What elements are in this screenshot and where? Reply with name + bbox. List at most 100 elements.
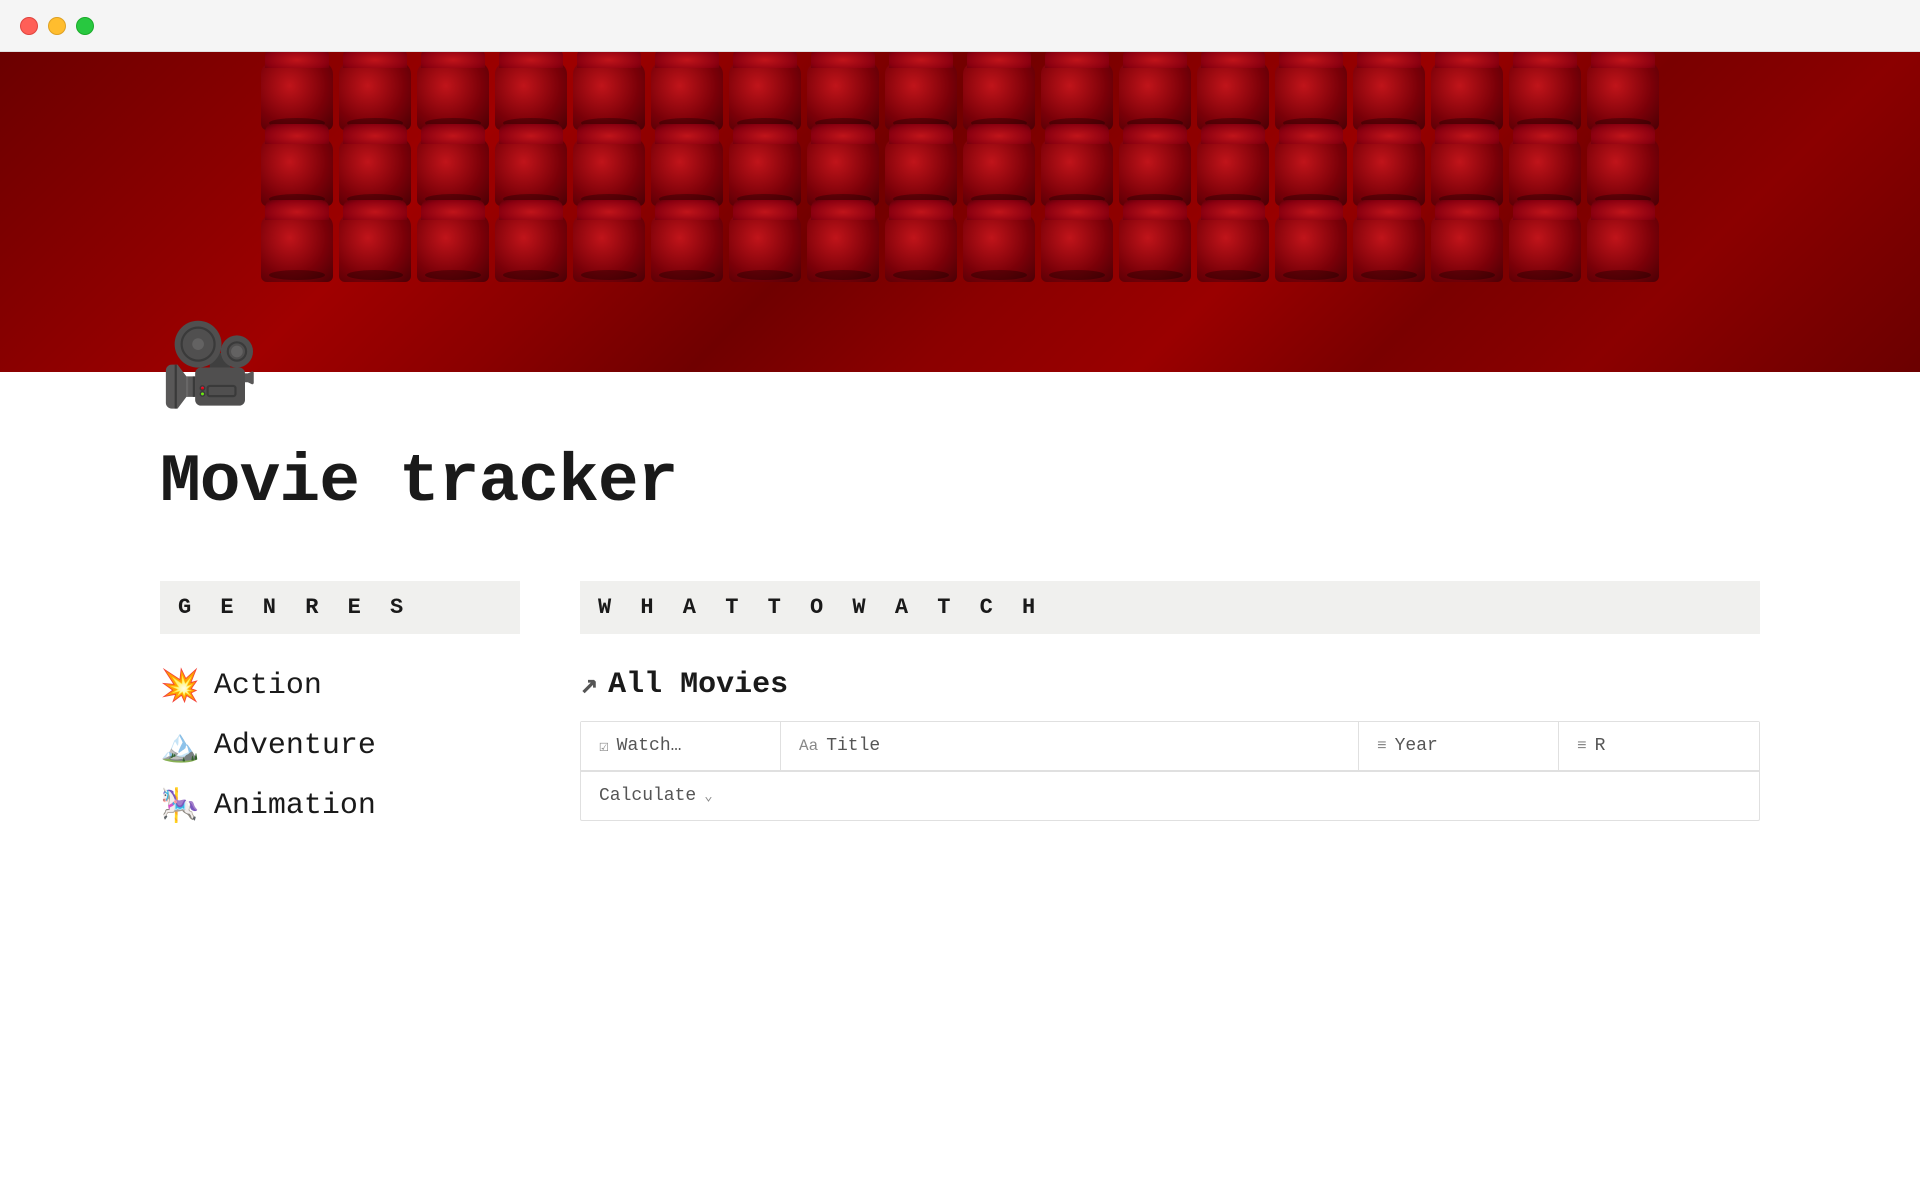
seat	[1041, 214, 1113, 282]
seat	[1275, 138, 1347, 206]
seat	[1041, 138, 1113, 206]
page-icon: 🎥	[160, 332, 260, 412]
seat	[729, 214, 801, 282]
what-to-watch-column: W H A T T O W A T C H ↗ All Movies ☑ Wat…	[580, 581, 1760, 821]
seat	[651, 138, 723, 206]
seat	[963, 138, 1035, 206]
maximize-button[interactable]	[76, 17, 94, 35]
animation-emoji: 🎠	[160, 786, 200, 826]
seat	[1041, 62, 1113, 130]
genre-item-animation[interactable]: 🎠 Animation	[160, 786, 520, 826]
seat-row	[0, 138, 1920, 206]
seat	[1197, 214, 1269, 282]
seat	[1275, 214, 1347, 282]
seat	[885, 214, 957, 282]
seat-row	[0, 214, 1920, 282]
seat	[1197, 62, 1269, 130]
page-content: Movie tracker G E N R E S 💥 Action 🏔️ Ad…	[0, 444, 1920, 826]
seat	[1353, 62, 1425, 130]
seat	[1353, 138, 1425, 206]
seat	[495, 138, 567, 206]
seat	[339, 62, 411, 130]
page-title: Movie tracker	[160, 444, 1760, 521]
seat	[1431, 138, 1503, 206]
seat	[1509, 138, 1581, 206]
what-to-watch-section-header: W H A T T O W A T C H	[580, 581, 1760, 634]
action-emoji: 💥	[160, 666, 200, 706]
seat	[495, 214, 567, 282]
table-header-watched[interactable]: ☑ Watch…	[581, 722, 781, 770]
seat	[1587, 62, 1659, 130]
chevron-down-icon: ⌄	[704, 788, 712, 805]
seat	[339, 214, 411, 282]
seat	[261, 62, 333, 130]
genre-label-animation: Animation	[214, 789, 376, 823]
all-movies-label: All Movies	[608, 668, 788, 702]
seat	[885, 138, 957, 206]
genre-item-action[interactable]: 💥 Action	[160, 666, 520, 706]
seat	[1275, 62, 1347, 130]
checkbox-icon: ☑	[599, 736, 609, 756]
header-year-label: Year	[1395, 736, 1438, 756]
seat	[1197, 138, 1269, 206]
seat	[573, 138, 645, 206]
table-header-year[interactable]: ≡ Year	[1359, 722, 1559, 770]
seat	[339, 138, 411, 206]
table-header-row: ☑ Watch… Aa Title ≡ Year ≡ R	[581, 722, 1759, 771]
table-header-title[interactable]: Aa Title	[781, 722, 1359, 770]
close-button[interactable]	[20, 17, 38, 35]
seat	[963, 214, 1035, 282]
minimize-button[interactable]	[48, 17, 66, 35]
table-header-rating[interactable]: ≡ R	[1559, 722, 1759, 770]
seat-row	[0, 62, 1920, 130]
seat	[1431, 214, 1503, 282]
seat	[963, 62, 1035, 130]
genre-item-adventure[interactable]: 🏔️ Adventure	[160, 726, 520, 766]
seats-decoration	[0, 52, 1920, 372]
adventure-emoji: 🏔️	[160, 726, 200, 766]
movies-table: ☑ Watch… Aa Title ≡ Year ≡ R	[580, 721, 1760, 821]
seat	[807, 62, 879, 130]
seat	[1353, 214, 1425, 282]
seat	[417, 62, 489, 130]
seat	[1509, 214, 1581, 282]
seat	[261, 214, 333, 282]
seat	[807, 138, 879, 206]
genre-label-action: Action	[214, 669, 322, 703]
seat	[495, 62, 567, 130]
header-title-label: Title	[826, 736, 880, 756]
header-watched-label: Watch…	[617, 736, 682, 756]
genre-label-adventure: Adventure	[214, 729, 376, 763]
seat	[1119, 214, 1191, 282]
hero-banner	[0, 52, 1920, 372]
seat	[1587, 214, 1659, 282]
seat	[729, 138, 801, 206]
genres-section-header: G E N R E S	[160, 581, 520, 634]
header-rating-label: R	[1595, 736, 1606, 756]
seat	[1119, 62, 1191, 130]
seat	[807, 214, 879, 282]
seat	[1587, 138, 1659, 206]
genres-column: G E N R E S 💥 Action 🏔️ Adventure 🎠 Anim…	[160, 581, 520, 826]
genre-list: 💥 Action 🏔️ Adventure 🎠 Animation	[160, 666, 520, 826]
all-movies-arrow-icon: ↗	[580, 666, 598, 703]
seat	[885, 62, 957, 130]
all-movies-link[interactable]: ↗ All Movies	[580, 666, 1760, 703]
page-icon-area: 🎥	[0, 362, 1920, 412]
list-icon-rating: ≡	[1577, 737, 1587, 755]
seat	[1509, 62, 1581, 130]
seat	[1431, 62, 1503, 130]
seat	[573, 62, 645, 130]
seat	[1119, 138, 1191, 206]
list-icon-year: ≡	[1377, 737, 1387, 755]
window-chrome	[0, 0, 1920, 52]
seat	[261, 138, 333, 206]
text-icon: Aa	[799, 737, 818, 755]
seat	[651, 214, 723, 282]
table-footer-calculate[interactable]: Calculate ⌄	[581, 771, 1759, 820]
calculate-label: Calculate	[599, 786, 696, 806]
seat	[417, 138, 489, 206]
seat	[573, 214, 645, 282]
seat	[729, 62, 801, 130]
seat	[417, 214, 489, 282]
